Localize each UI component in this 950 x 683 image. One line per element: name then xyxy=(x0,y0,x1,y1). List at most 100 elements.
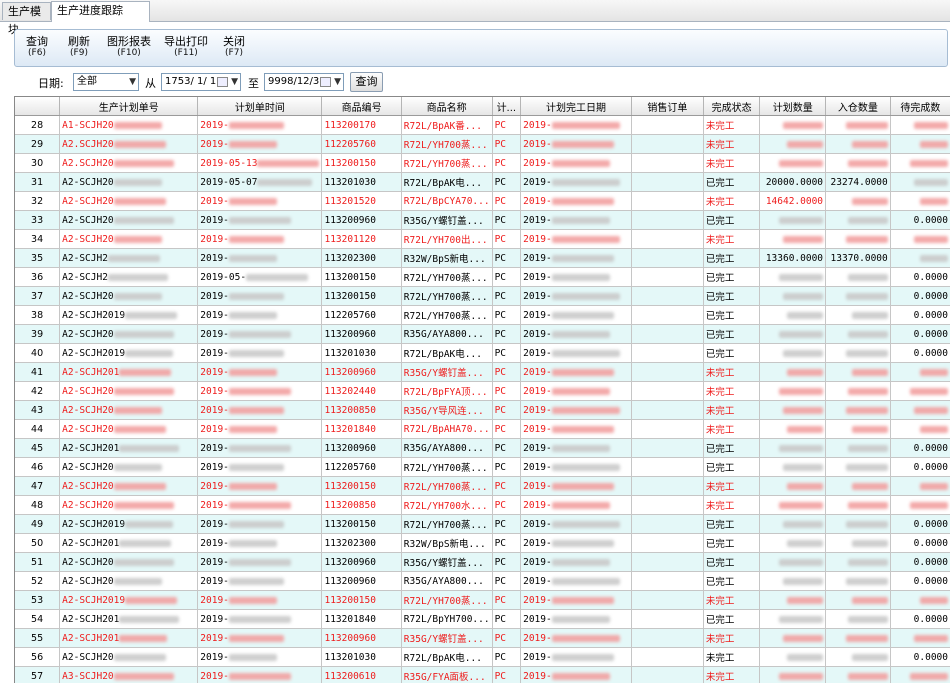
plan-no-cell: A2-SCJH2 xyxy=(60,268,198,287)
table-row[interactable]: 43A2-SCJH202019-113200850R35G/Y导风连...PC2… xyxy=(15,401,950,420)
product-code-cell: 113200960 xyxy=(322,439,401,458)
plan-no-cell-text: A2-SCJH2019 xyxy=(62,310,125,321)
table-row[interactable]: 54A2-SCJH2012019-113201840R72L/BpYH700..… xyxy=(15,610,950,629)
unit-cell: PC xyxy=(492,306,521,325)
finish-date-cell-text: 2019- xyxy=(523,158,552,169)
product-code-cell-text: 113200170 xyxy=(324,120,375,131)
in-qty-cell xyxy=(826,458,891,477)
table-row[interactable]: 35A2-SCJH22019-113202300R32W/BpS新电...PC2… xyxy=(15,249,950,268)
remaining-cell: 0.0000 xyxy=(890,458,950,477)
refresh-button[interactable]: 刷新 (F9) xyxy=(68,35,90,58)
plan-no-cell-text: A2.SCJH20 xyxy=(62,139,113,150)
plan-time-cell: 2019- xyxy=(198,287,322,306)
table-row[interactable]: 56A2-SCJH202019-113201030R72L/BpAK电...PC… xyxy=(15,648,950,667)
table-row[interactable]: 52A2-SCJH202019-113200960R35G/AYA800...P… xyxy=(15,572,950,591)
table-row[interactable]: 37A2-SCJH202019-113200150R72L/YH700蒸...P… xyxy=(15,287,950,306)
table-row[interactable]: 55A2-SCJH2012019-113200960R35G/Y螺钉盖...PC… xyxy=(15,629,950,648)
query-button[interactable]: 查询 xyxy=(350,72,383,92)
unit-cell-text: PC xyxy=(495,576,506,587)
table-row[interactable]: 38A2-SCJH20192019-112205760R72L/YH700蒸..… xyxy=(15,306,950,325)
row-index-text: 43 xyxy=(31,405,43,416)
table-row[interactable]: 51A2-SCJH202019-113200960R35G/Y螺钉盖...PC2… xyxy=(15,553,950,572)
product-code-cell: 113200610 xyxy=(322,667,401,683)
row-index: 31 xyxy=(15,173,60,192)
redacted-blur xyxy=(910,160,948,167)
redacted-blur xyxy=(229,673,291,680)
col-header-status[interactable]: 完成状态 xyxy=(703,97,760,116)
plan-no-cell: A2-SCJH2019 xyxy=(60,306,198,325)
tab-progress-tracking[interactable]: 生产进度跟踪 xyxy=(51,1,150,22)
status-cell-text: 已完工 xyxy=(706,520,735,531)
redacted-blur xyxy=(779,616,823,623)
table-row[interactable]: 47A2-SCJH202019-113200150R72L/YH700蒸...P… xyxy=(15,477,950,496)
table-row[interactable]: 57A3-SCJH202019-113200610R35G/FYA面板...PC… xyxy=(15,667,950,683)
product-name-cell-text: R35G/Y螺钉盖... xyxy=(404,368,484,379)
col-header-product-code[interactable]: 商品编号 xyxy=(322,97,401,116)
finish-date-cell: 2019- xyxy=(521,249,632,268)
table-row[interactable]: 49A2-SCJH20192019-113200150R72L/YH700蒸..… xyxy=(15,515,950,534)
table-row[interactable]: 42A2-SCJH202019-113202440R72L/BpFYA顶...P… xyxy=(15,382,950,401)
remaining-cell-text: 0.0000 xyxy=(914,348,948,359)
col-header-in-qty[interactable]: 入仓数量 xyxy=(826,97,891,116)
table-row[interactable]: 36A2-SCJH22019-05-113200150R72L/YH700蒸..… xyxy=(15,268,950,287)
redacted-blur xyxy=(783,236,823,243)
table-row[interactable]: 29A2.SCJH202019-112205760R72L/YH700蒸...P… xyxy=(15,135,950,154)
plan-time-cell-text: 2019- xyxy=(200,215,229,226)
table-row[interactable]: 50A2-SCJH2012019-113202300R32W/BpS新电...P… xyxy=(15,534,950,553)
col-header-finish-date[interactable]: 计划完工日期 xyxy=(521,97,632,116)
finish-date-cell-text: 2019- xyxy=(523,196,552,207)
table-row[interactable]: 48A2-SCJH202019-113200850R72L/YH700水...P… xyxy=(15,496,950,515)
col-header-unit[interactable]: 计... xyxy=(492,97,521,116)
table-row[interactable]: 32A2-SCJH202019-113201520R72L/BpCYA70...… xyxy=(15,192,950,211)
table-row[interactable]: 41A2-SCJH2012019-113200960R35G/Y螺钉盖...PC… xyxy=(15,363,950,382)
table-row[interactable]: 30A2.SCJH202019-05-13113200150R72L/YH700… xyxy=(15,154,950,173)
plan-no-cell-text: A2-SCJH20 xyxy=(62,652,113,663)
redacted-blur xyxy=(846,293,888,300)
tab-production-module[interactable]: 生产模块 xyxy=(2,2,51,20)
export-print-label: 导出打印 xyxy=(164,35,208,48)
col-header-plan-no[interactable]: 生产计划单号 xyxy=(60,97,198,116)
redacted-blur xyxy=(846,350,888,357)
col-header-sales-order[interactable]: 销售订单 xyxy=(631,97,703,116)
row-index: 40 xyxy=(15,344,60,363)
close-button[interactable]: 关闭 (F7) xyxy=(223,35,245,58)
table-row[interactable]: 46A2-SCJH202019-112205760R72L/YH700蒸...P… xyxy=(15,458,950,477)
from-date-picker[interactable]: 1753/ 1/ 1 ▼ xyxy=(161,73,241,91)
to-date-picker[interactable]: 9998/12/31 ▼ xyxy=(264,73,344,91)
chart-report-button[interactable]: 图形报表 (F10) xyxy=(107,35,151,58)
product-code-cell: 113200150 xyxy=(322,515,401,534)
query-toolbar-button[interactable]: 查询 (F6) xyxy=(26,35,48,58)
product-code-cell: 113200960 xyxy=(322,363,401,382)
col-header-plan-time[interactable]: 计划单时间 xyxy=(198,97,322,116)
table-row[interactable]: 39A2-SCJH202019-113200960R35G/AYA800...P… xyxy=(15,325,950,344)
col-header-plan-qty[interactable]: 计划数量 xyxy=(760,97,826,116)
date-range-value: 全部 xyxy=(77,76,97,87)
col-header-product-name[interactable]: 商品名称 xyxy=(401,97,492,116)
redacted-blur xyxy=(848,445,888,452)
unit-cell: PC xyxy=(492,230,521,249)
col-header-remaining[interactable]: 待完成数 xyxy=(890,97,950,116)
plan-time-cell-text: 2019- xyxy=(200,500,229,511)
date-range-select[interactable]: 全部 ▼ xyxy=(73,73,139,91)
product-name-cell-text: R35G/AYA800... xyxy=(404,576,484,587)
table-row[interactable]: 44A2-SCJH202019-113201840R72L/BpAHA70...… xyxy=(15,420,950,439)
chart-report-label: 图形报表 xyxy=(107,35,151,48)
plan-no-cell-text: A2-SCJH2 xyxy=(62,253,108,264)
redacted-blur xyxy=(114,331,174,338)
table-row[interactable]: 31A2-SCJH202019-05-07113201030R72L/BpAK电… xyxy=(15,173,950,192)
table-row[interactable]: 33A2-SCJH202019-113200960R35G/Y螺钉盖...PC2… xyxy=(15,211,950,230)
from-date-value: 1753/ 1/ 1 xyxy=(165,76,216,87)
table-row[interactable]: 53A2-SCJH20192019-113200150R72L/YH700蒸..… xyxy=(15,591,950,610)
table-row[interactable]: 45A2-SCJH2012019-113200960R35G/AYA800...… xyxy=(15,439,950,458)
plan-qty-cell xyxy=(760,553,826,572)
status-cell-text: 未完工 xyxy=(706,197,735,208)
table-row[interactable]: 34A2-SCJH202019-113201120R72L/YH700出...P… xyxy=(15,230,950,249)
export-print-button[interactable]: 导出打印 (F11) xyxy=(164,35,208,58)
table-row[interactable]: 40A2-SCJH20192019-113201030R72L/BpAK电...… xyxy=(15,344,950,363)
product-name-cell: R35G/Y螺钉盖... xyxy=(401,211,492,230)
redacted-blur xyxy=(552,635,620,642)
plan-qty-cell xyxy=(760,667,826,683)
col-header-index[interactable] xyxy=(15,97,60,116)
table-row[interactable]: 28A1-SCJH202019-113200170R72L/BpAK番...PC… xyxy=(15,116,950,135)
unit-cell-text: PC xyxy=(495,500,506,511)
